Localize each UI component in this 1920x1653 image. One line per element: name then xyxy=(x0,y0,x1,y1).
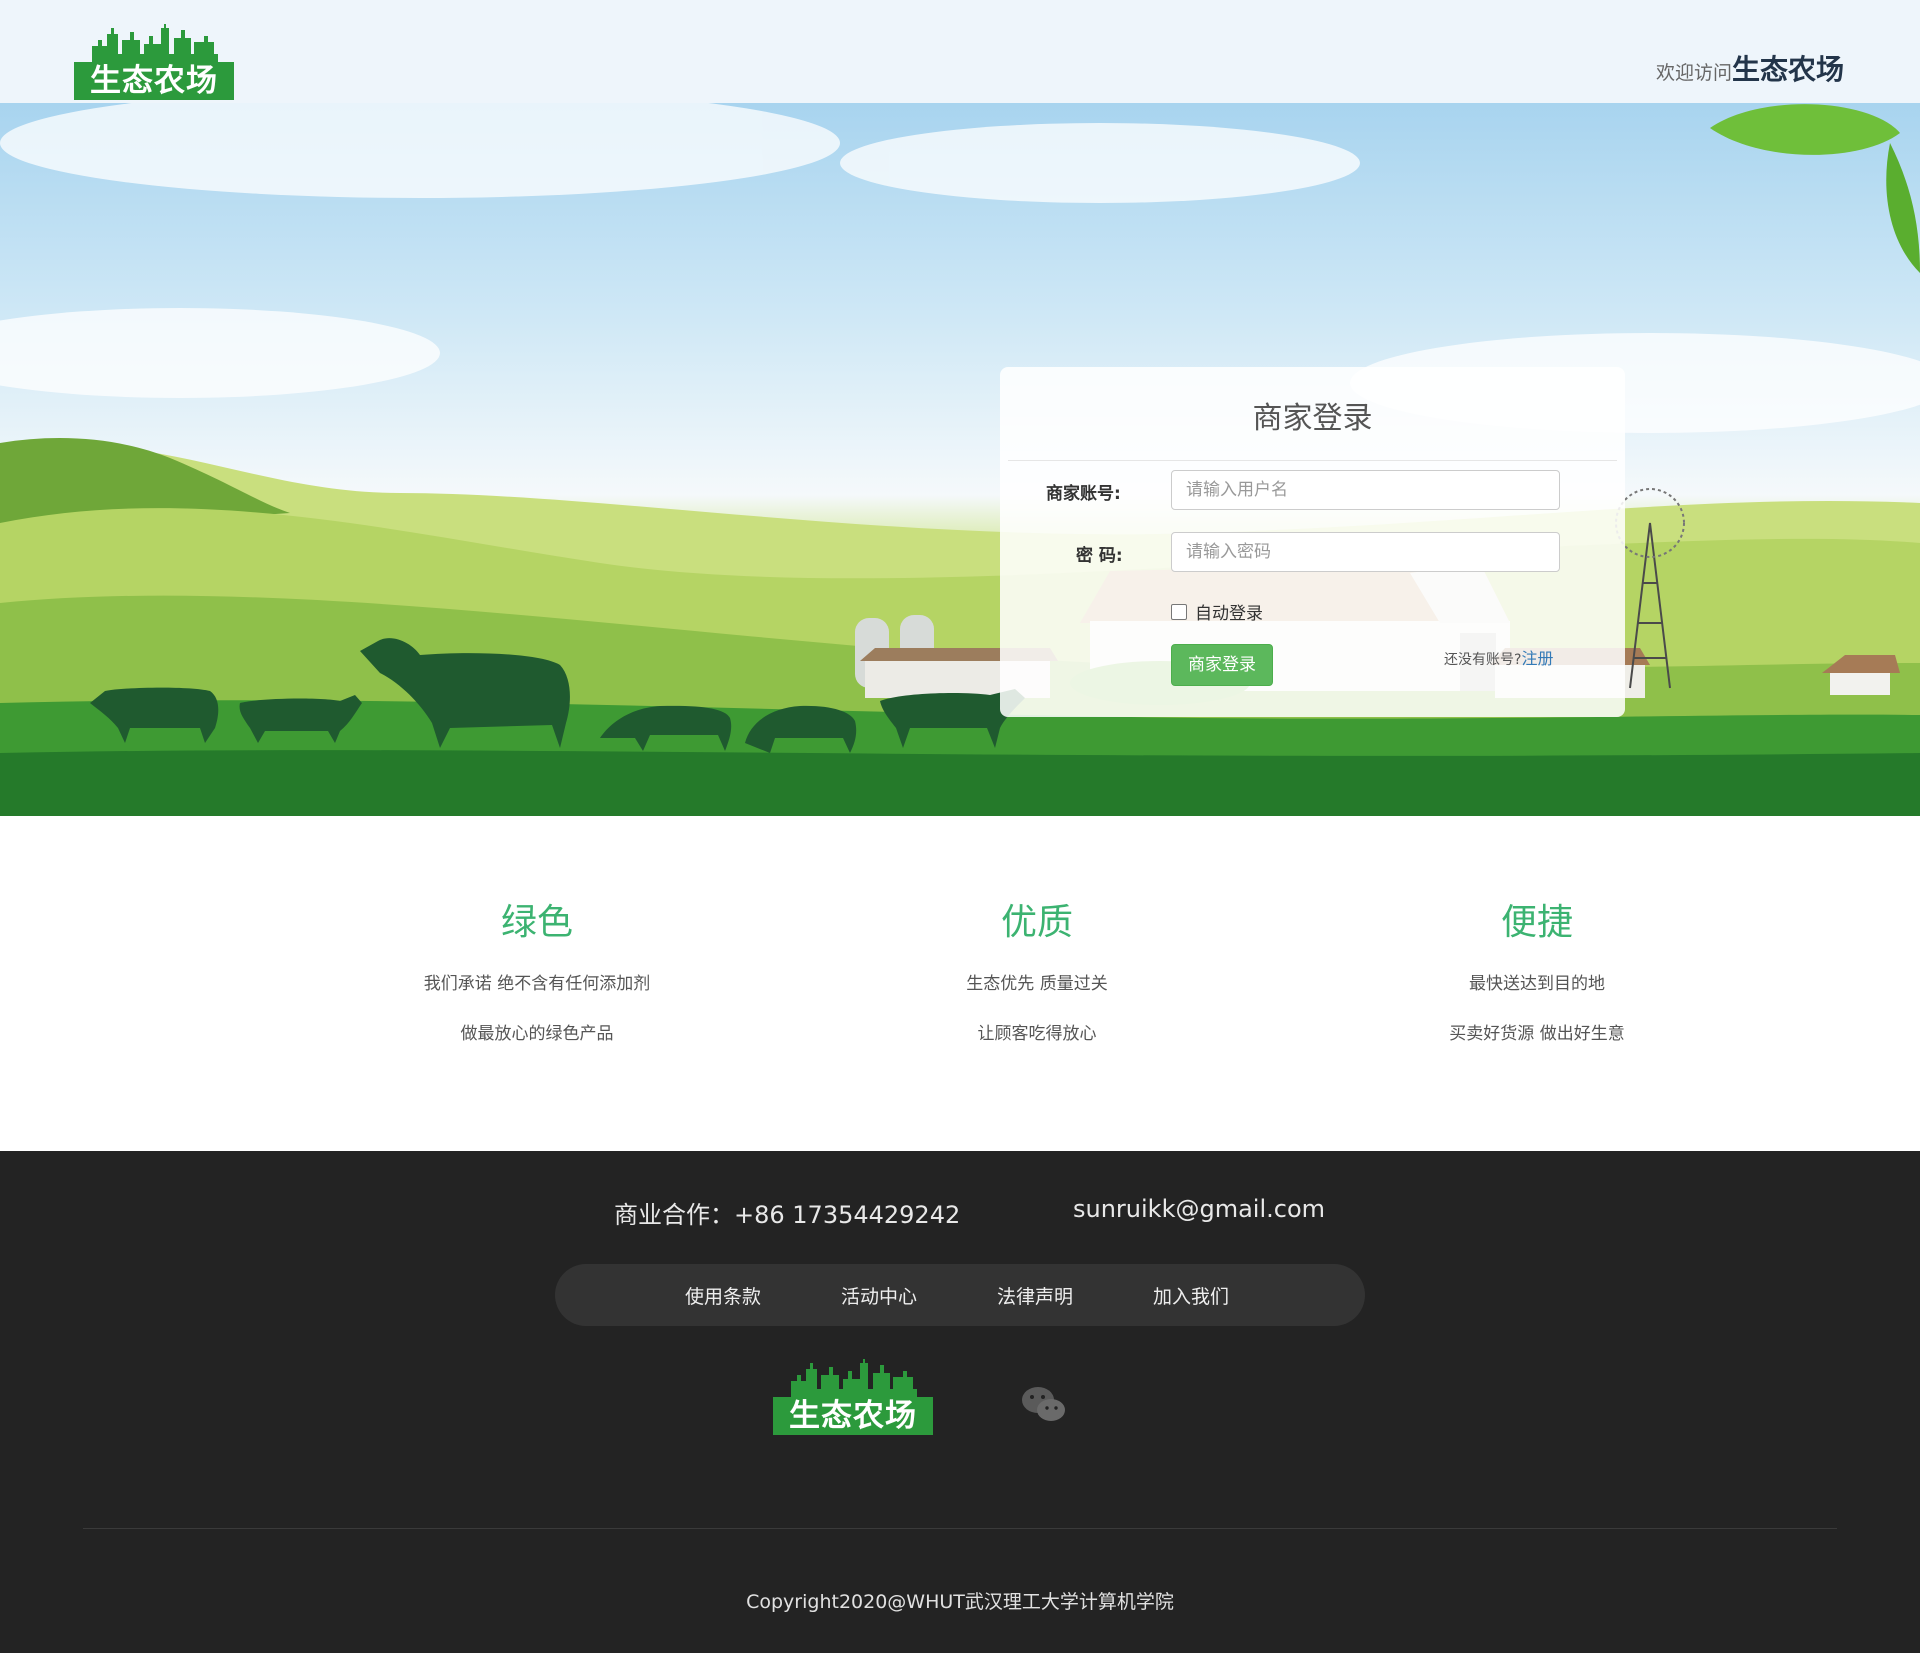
footer-logo-text: 生态农场 xyxy=(773,1397,933,1435)
password-input[interactable] xyxy=(1171,532,1560,572)
feature-title: 便捷 xyxy=(1500,902,1573,943)
footer-link-legal[interactable]: 法律声明 xyxy=(997,1282,1073,1309)
wechat-icon[interactable] xyxy=(1021,1385,1067,1425)
remember-checkbox[interactable] xyxy=(1171,603,1187,620)
feature-line: 做最放心的绿色产品 xyxy=(460,1024,614,1044)
business-contact: 商业合作：+86 17354429242 xyxy=(614,1201,961,1229)
username-input[interactable] xyxy=(1171,470,1560,510)
footer-logo: 生态农场 xyxy=(773,1359,933,1435)
footer-links: 使用条款 活动中心 法律声明 加入我们 xyxy=(555,1264,1365,1326)
hero-banner: 商家登录 商家账号: 密 码: 自动登录 商家登录 还没有账号?注册 xyxy=(0,103,1920,816)
merchant-login-panel: 商家登录 商家账号: 密 码: 自动登录 商家登录 还没有账号?注册 xyxy=(1000,367,1625,717)
login-divider xyxy=(1008,460,1617,461)
footer-link-events[interactable]: 活动中心 xyxy=(841,1282,917,1309)
copyright: Copyright2020@WHUT武汉理工大学计算机学院 xyxy=(746,1591,1174,1613)
feature-line: 我们承诺 绝不含有任何添加剂 xyxy=(423,974,651,994)
feature-title: 绿色 xyxy=(500,902,573,943)
site-footer: 商业合作：+86 17354429242 sunruikk@gmail.com … xyxy=(0,1151,1920,1653)
site-logo[interactable]: 生态农场 xyxy=(74,24,234,100)
footer-divider xyxy=(83,1528,1837,1529)
register-hint: 还没有账号?注册 xyxy=(1444,645,1553,669)
site-header: 生态农场 欢迎访问生态农场 xyxy=(0,0,1920,104)
feature-title: 优质 xyxy=(1000,902,1073,943)
feature-line: 生态优先 质量过关 xyxy=(966,974,1108,994)
welcome-text: 欢迎访问生态农场 xyxy=(1656,48,1844,88)
welcome-brand: 生态农场 xyxy=(1731,53,1844,86)
login-title: 商家登录 xyxy=(1252,401,1373,436)
feature-green: 绿色 我们承诺 绝不含有任何添加剂 做最放心的绿色产品 xyxy=(347,893,727,1044)
feature-line: 最快送达到目的地 xyxy=(1469,974,1605,994)
city-skyline-icon xyxy=(92,24,218,64)
farm-landscape-illustration xyxy=(0,103,1920,816)
contact-email[interactable]: sunruikk@gmail.com xyxy=(1073,1195,1325,1223)
feature-line: 让顾客吃得放心 xyxy=(977,1024,1097,1044)
remember-me[interactable]: 自动登录 xyxy=(1171,599,1263,624)
city-skyline-icon xyxy=(791,1359,917,1399)
register-link[interactable]: 注册 xyxy=(1521,649,1553,668)
footer-link-terms[interactable]: 使用条款 xyxy=(685,1282,761,1309)
welcome-prefix: 欢迎访问 xyxy=(1655,62,1732,84)
feature-line: 买卖好货源 做出好生意 xyxy=(1449,1024,1625,1044)
merchant-login-button[interactable]: 商家登录 xyxy=(1171,644,1273,686)
password-label: 密 码: xyxy=(1076,546,1123,566)
account-label: 商家账号: xyxy=(1046,484,1121,504)
feature-convenient: 便捷 最快送达到目的地 买卖好货源 做出好生意 xyxy=(1347,893,1727,1044)
feature-quality: 优质 生态优先 质量过关 让顾客吃得放心 xyxy=(847,893,1227,1044)
logo-text: 生态农场 xyxy=(74,62,234,100)
footer-link-join[interactable]: 加入我们 xyxy=(1153,1282,1229,1309)
register-prompt: 还没有账号? xyxy=(1444,652,1522,668)
remember-label: 自动登录 xyxy=(1195,604,1263,624)
